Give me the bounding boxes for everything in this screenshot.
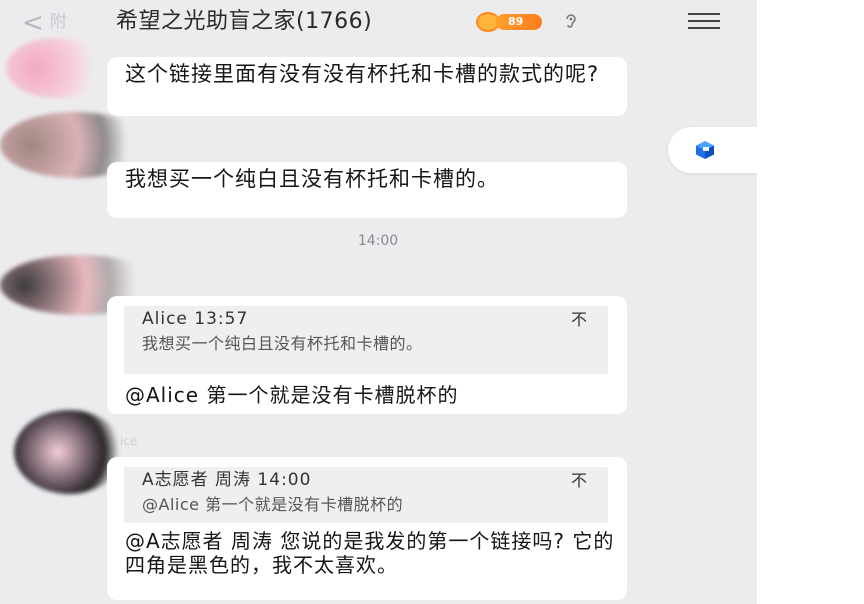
quote-action[interactable]: 不 [571, 310, 588, 329]
chat-screen: < 附 希望之光助盲之家(1766) 89 这个链接里面有没有没有杯托和卡槽的款式… [0, 0, 757, 604]
timestamp: 14:00 [357, 233, 399, 249]
message-bubble[interactable]: 这个链接里面有没有没有杯托和卡槽的款式的呢? [107, 57, 627, 116]
message-text: @Alice 第一个就是没有卡槽脱杯的 [125, 383, 459, 407]
quoted-message[interactable]: A志愿者 周涛 14:00 不 @Alice 第一个就是没有卡槽脱杯的 [124, 467, 608, 523]
quoted-message[interactable]: Alice 13:57 不 我想买一个纯白且没有杯托和卡槽的。 [124, 306, 608, 374]
back-button[interactable]: < 附 [22, 6, 102, 38]
chevron-left-icon: < [22, 8, 44, 38]
menu-icon[interactable] [688, 13, 720, 33]
ear-icon[interactable] [561, 12, 581, 32]
avatar[interactable] [6, 38, 106, 98]
quote-sender: A志愿者 周涛 14:00 [142, 470, 312, 490]
back-label: 附 [49, 12, 67, 32]
group-title[interactable]: 希望之光助盲之家(1766) [116, 8, 372, 36]
quote-text: 我想买一个纯白且没有杯托和卡槽的。 [142, 334, 423, 353]
reply-bubble[interactable]: Alice 13:57 不 我想买一个纯白且没有杯托和卡槽的。 @Alice 第… [107, 296, 627, 414]
cube-icon [696, 141, 714, 159]
chat-header: < 附 希望之光助盲之家(1766) 89 [0, 0, 757, 44]
quote-text: @Alice 第一个就是没有卡槽脱杯的 [142, 495, 404, 514]
level-badge[interactable]: 89 [474, 12, 544, 32]
message-bubble[interactable]: 我想买一个纯白且没有杯托和卡槽的。 [107, 162, 627, 218]
message-text: @A志愿者 周涛 您说的是我发的第一个链接吗? 它的四角是黑色的，我不太喜欢。 [125, 529, 615, 577]
level-number: 89 [496, 14, 542, 30]
reply-bubble[interactable]: A志愿者 周涛 14:00 不 @Alice 第一个就是没有卡槽脱杯的 @A志愿… [107, 457, 627, 600]
sender-name: ice [120, 434, 138, 448]
quote-sender: Alice 13:57 [142, 309, 249, 329]
quote-action[interactable]: 不 [571, 471, 588, 490]
assistant-float-button[interactable] [668, 127, 757, 173]
